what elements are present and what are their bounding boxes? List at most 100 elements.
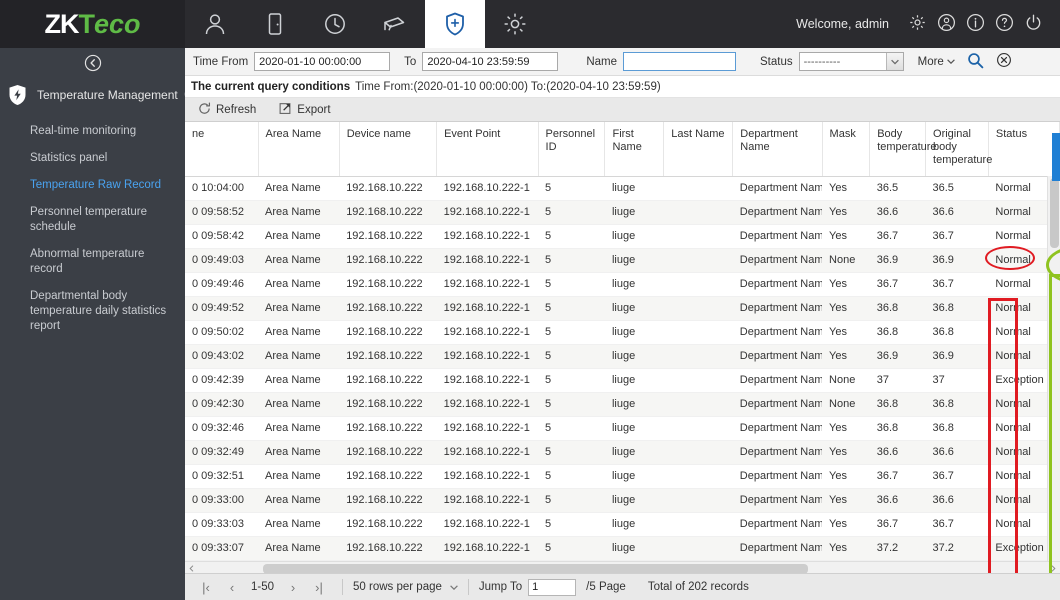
prev-page-button[interactable]: ‹ bbox=[219, 574, 245, 600]
nav-item-time-attendance[interactable] bbox=[305, 0, 365, 48]
cell-personnel-id: 5 bbox=[538, 416, 605, 441]
column-header-device-name[interactable]: Device name bbox=[339, 122, 438, 177]
table-row[interactable]: 0 09:58:52 Area Name 192.168.10.222 192.168… bbox=[185, 200, 1060, 225]
table-row[interactable]: 0 09:33:03 Area Name 192.168.10.222 192.168… bbox=[185, 512, 1060, 537]
cell-body-temperature: 37 bbox=[869, 368, 926, 393]
column-header-personnel-id[interactable]: Personnel ID bbox=[538, 122, 606, 177]
sidebar-item-personnel-temperature-schedule[interactable]: Personnel temperature schedule bbox=[0, 199, 185, 241]
pager-divider-2 bbox=[467, 579, 469, 595]
cell-event-point: 192.168.10.222-1 bbox=[436, 224, 539, 249]
cell-first-name: liuge bbox=[604, 512, 664, 537]
rows-per-page-select[interactable]: 50 rows per page bbox=[353, 581, 458, 593]
nav-item-video[interactable] bbox=[365, 0, 425, 48]
more-filters-button[interactable]: More bbox=[918, 56, 955, 68]
personnel-icon bbox=[202, 11, 228, 37]
conditions-text: Time From:(2020-01-10 00:00:00) To:(2020… bbox=[355, 80, 661, 93]
nav-item-temperature-detection[interactable] bbox=[425, 0, 485, 48]
jump-to-input[interactable] bbox=[528, 578, 577, 596]
column-header-department-name[interactable]: Department Name bbox=[732, 122, 823, 177]
sidebar-item-temperature-raw-record[interactable]: Temperature Raw Record bbox=[0, 172, 185, 199]
user-profile-button[interactable] bbox=[932, 0, 961, 48]
info-button[interactable] bbox=[961, 0, 990, 48]
refresh-button[interactable]: Refresh bbox=[193, 102, 256, 118]
help-button[interactable] bbox=[990, 0, 1019, 48]
table-row[interactable]: 0 09:49:46 Area Name 192.168.10.222 192.168… bbox=[185, 272, 1060, 297]
temperature-shield-icon bbox=[442, 11, 468, 37]
table-row[interactable]: 0 09:42:30 Area Name 192.168.10.222 192.168… bbox=[185, 392, 1060, 417]
table-row[interactable]: 0 10:04:00 Area Name 192.168.10.222 192.168… bbox=[185, 176, 1060, 201]
first-page-button[interactable]: |‹ bbox=[193, 574, 219, 600]
sidebar-item-abnormal-temperature-record[interactable]: Abnormal temperature record bbox=[0, 241, 185, 283]
nav-item-access-control[interactable] bbox=[245, 0, 305, 48]
cell-area-name: Area Name bbox=[258, 344, 340, 369]
next-page-button[interactable]: › bbox=[280, 574, 306, 600]
nav-item-system[interactable] bbox=[485, 0, 545, 48]
table-row[interactable]: 0 09:50:02 Area Name 192.168.10.222 192.168… bbox=[185, 320, 1060, 345]
cell-time: 0 09:50:02 bbox=[185, 320, 259, 345]
table-row[interactable]: 0 09:32:51 Area Name 192.168.10.222 192.168… bbox=[185, 464, 1060, 489]
column-header-time[interactable]: ne bbox=[185, 122, 259, 177]
vertical-scroll-thumb[interactable] bbox=[1050, 178, 1059, 248]
table-row[interactable]: 0 09:43:02 Area Name 192.168.10.222 192.168… bbox=[185, 344, 1060, 369]
cell-last-name bbox=[663, 344, 733, 369]
column-header-status[interactable]: Status bbox=[988, 122, 1060, 177]
current-query-conditions: The current query conditions Time From:(… bbox=[185, 76, 1060, 98]
table-row[interactable]: 0 09:33:07 Area Name 192.168.10.222 192.168… bbox=[185, 536, 1060, 561]
table-row[interactable]: 0 09:42:39 Area Name 192.168.10.222 192.168… bbox=[185, 368, 1060, 393]
top-right-area: Welcome, admin bbox=[796, 0, 1060, 48]
column-header-event-point[interactable]: Event Point bbox=[436, 122, 539, 177]
cell-department-name: Department Name bbox=[732, 320, 823, 345]
time-from-input[interactable] bbox=[254, 52, 391, 71]
cell-first-name: liuge bbox=[604, 392, 664, 417]
cell-device-name: 192.168.10.222 bbox=[339, 464, 437, 489]
column-header-area-name[interactable]: Area Name bbox=[258, 122, 340, 177]
cell-personnel-id: 5 bbox=[538, 344, 605, 369]
cell-time: 0 09:58:42 bbox=[185, 224, 259, 249]
table-row[interactable]: 0 09:32:49 Area Name 192.168.10.222 192.168… bbox=[185, 440, 1060, 465]
table-row[interactable]: 0 09:32:46 Area Name 192.168.10.222 192.168… bbox=[185, 416, 1060, 441]
clear-filters-button[interactable] bbox=[996, 52, 1012, 71]
cell-original-body-temperature: 37 bbox=[925, 368, 989, 393]
status-select[interactable]: ---------- bbox=[798, 52, 904, 71]
table-row[interactable]: 0 09:58:42 Area Name 192.168.10.222 192.168… bbox=[185, 224, 1060, 249]
temperature-management-shield-icon bbox=[8, 84, 27, 106]
cell-body-temperature: 36.7 bbox=[869, 224, 926, 249]
time-to-input[interactable] bbox=[422, 52, 559, 71]
sidebar-item-real-time-monitoring[interactable]: Real-time monitoring bbox=[0, 118, 185, 145]
table-toolbar: Refresh Export bbox=[185, 98, 1060, 122]
sidebar-item-statistics-panel[interactable]: Statistics panel bbox=[0, 145, 185, 172]
column-header-mask[interactable]: Mask bbox=[822, 122, 871, 177]
sidebar-menu: Real-time monitoring Statistics panel Te… bbox=[0, 118, 185, 340]
power-logout-button[interactable] bbox=[1019, 0, 1048, 48]
table-row[interactable]: 0 09:33:00 Area Name 192.168.10.222 192.168… bbox=[185, 488, 1060, 513]
conditions-prefix: The current query conditions bbox=[191, 80, 351, 93]
search-button[interactable] bbox=[967, 52, 984, 72]
cell-mask: Yes bbox=[822, 200, 870, 225]
nav-item-personnel[interactable] bbox=[185, 0, 245, 48]
collapse-sidebar-icon[interactable] bbox=[84, 54, 102, 75]
column-header-first-name[interactable]: First Name bbox=[604, 122, 665, 177]
logo-eco-text: eco bbox=[93, 8, 141, 39]
name-input[interactable] bbox=[623, 52, 736, 71]
cell-department-name: Department Name bbox=[732, 344, 823, 369]
sidebar-item-departmental-body-temperature-report[interactable]: Departmental body temperature daily stat… bbox=[0, 283, 185, 340]
export-button[interactable]: Export bbox=[274, 102, 331, 118]
right-panel-handle[interactable] bbox=[1052, 133, 1060, 181]
cell-personnel-id: 5 bbox=[538, 248, 605, 273]
cell-last-name bbox=[663, 416, 733, 441]
cell-personnel-id: 5 bbox=[538, 272, 605, 297]
sidebar-group-temperature-management[interactable]: Temperature Management bbox=[0, 80, 198, 110]
cell-device-name: 192.168.10.222 bbox=[339, 176, 437, 201]
table-vertical-scrollbar[interactable] bbox=[1047, 176, 1060, 575]
column-header-last-name[interactable]: Last Name bbox=[663, 122, 734, 177]
cell-area-name: Area Name bbox=[258, 392, 340, 417]
help-icon bbox=[995, 13, 1014, 35]
column-header-body-temperature[interactable]: Body temperature bbox=[869, 122, 937, 177]
table-row[interactable]: 0 09:49:03 Area Name 192.168.10.222 192.168… bbox=[185, 248, 1060, 273]
cell-time: 0 09:58:52 bbox=[185, 200, 259, 225]
column-header-original-body-temperature[interactable]: Original body temperature bbox=[925, 122, 992, 177]
table-row[interactable]: 0 09:49:52 Area Name 192.168.10.222 192.168… bbox=[185, 296, 1060, 321]
settings-gear-button[interactable] bbox=[903, 0, 932, 48]
records-table: ne Area Name Device name Event Point Per… bbox=[185, 122, 1060, 575]
last-page-button[interactable]: ›| bbox=[306, 574, 332, 600]
